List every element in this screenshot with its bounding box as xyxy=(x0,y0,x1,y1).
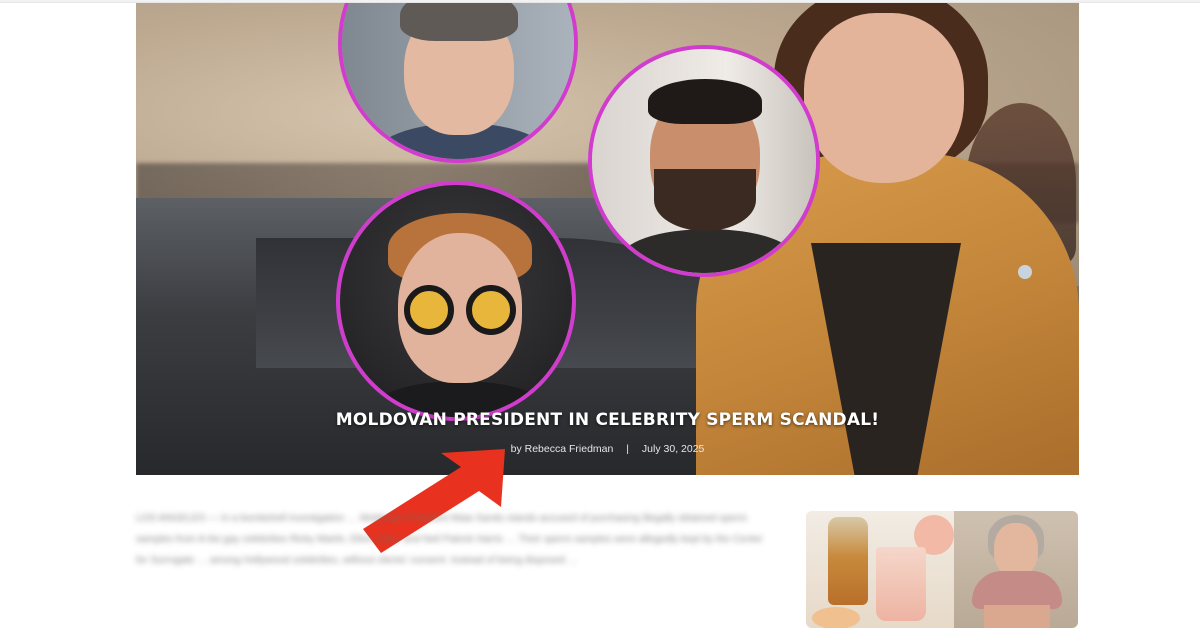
ad-bottle xyxy=(828,517,868,605)
author-link[interactable]: Rebecca Friedman xyxy=(525,443,614,455)
meta-separator: | xyxy=(626,443,629,455)
sunglasses-right-lens xyxy=(466,285,516,335)
article-headline[interactable]: MOLDOVAN PRESIDENT IN CELEBRITY SPERM SC… xyxy=(136,410,1079,430)
ad-drink-glass xyxy=(876,547,926,621)
headline-container: MOLDOVAN PRESIDENT IN CELEBRITY SPERM SC… xyxy=(136,410,1079,430)
celebrity-hair xyxy=(648,79,762,124)
celebrity-photo-circle-2 xyxy=(588,45,820,277)
celebrity-photo-circle-3 xyxy=(336,181,576,421)
woman-lapel-pin xyxy=(1018,265,1032,279)
ad-person-shirt xyxy=(972,571,1062,609)
article-paragraph: LOS ANGELES — In a bombshell investigati… xyxy=(136,513,763,566)
hero-image[interactable] xyxy=(136,3,1079,475)
celebrity-hair xyxy=(400,3,518,41)
ad-person-abdomen xyxy=(984,605,1050,628)
woman-face xyxy=(804,13,964,183)
article-meta: by Rebecca Friedman | July 30, 2025 xyxy=(136,443,1079,455)
ad-orange-slice xyxy=(812,607,860,628)
sunglasses-left-lens xyxy=(404,285,454,335)
ad-drinks-panel xyxy=(806,511,954,628)
publish-date: July 30, 2025 xyxy=(641,443,705,455)
article-body: LOS ANGELES — In a bombshell investigati… xyxy=(136,508,766,571)
celebrity-beard xyxy=(654,169,756,231)
sidebar-ad-image[interactable] xyxy=(806,511,1078,628)
celebrity-photo-circle-1 xyxy=(338,3,578,163)
ad-person-face xyxy=(994,523,1038,577)
ad-person-panel xyxy=(954,511,1078,628)
